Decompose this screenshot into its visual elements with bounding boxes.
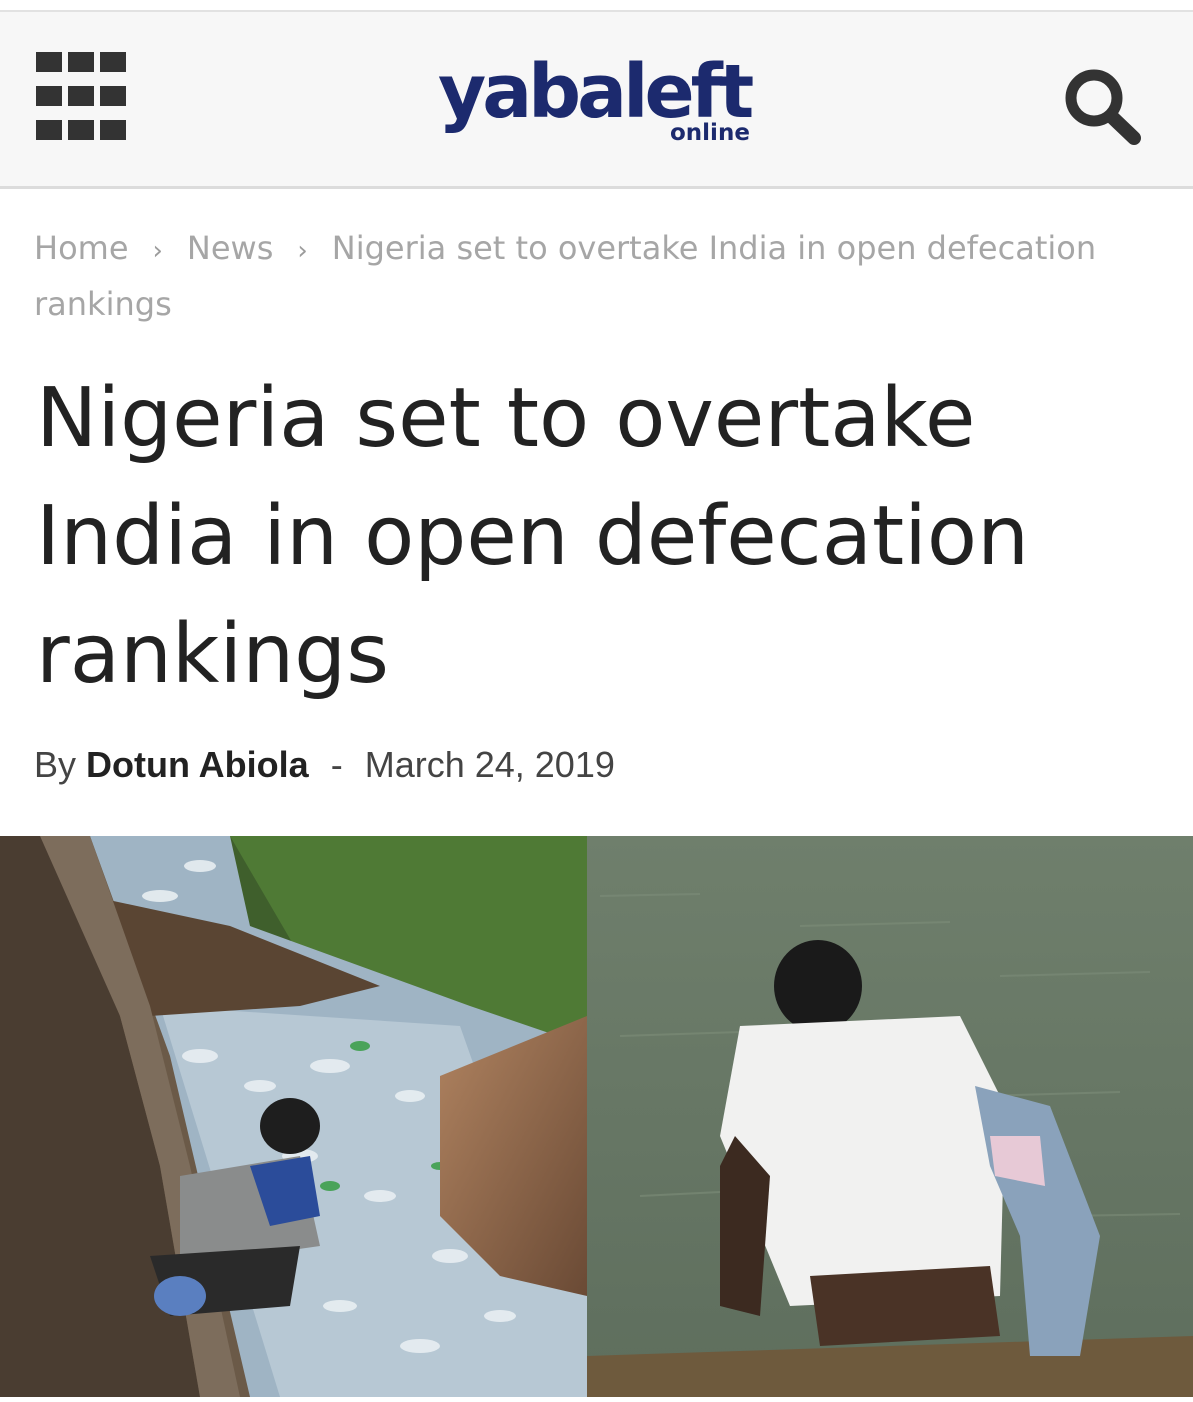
chevron-right-icon: ›	[297, 236, 308, 266]
top-border	[0, 0, 1193, 12]
publish-date: March 24, 2019	[364, 744, 615, 785]
site-header: yabaleft online	[0, 12, 1193, 189]
breadcrumb: Home › News › Nigeria set to overtake India …	[34, 222, 1144, 331]
hero-image	[0, 836, 1193, 1397]
byline-separator: -	[330, 744, 343, 785]
breadcrumb-home[interactable]: Home	[34, 229, 129, 267]
site-logo[interactable]: yabaleft online	[438, 42, 768, 162]
article-byline: By Dotun Abiola - March 24, 2019	[34, 740, 1034, 790]
search-icon[interactable]	[1058, 64, 1148, 154]
logo-tagline: online	[670, 120, 750, 146]
breadcrumb-news[interactable]: News	[187, 229, 273, 267]
author-link[interactable]: Dotun Abiola	[86, 744, 309, 785]
chevron-right-icon: ›	[152, 236, 163, 266]
byline-prefix: By	[34, 744, 77, 785]
right-photo	[587, 836, 1193, 1397]
left-photo	[0, 836, 587, 1397]
article-title: Nigeria set to overtake India in open de…	[36, 371, 1030, 702]
grid-menu-icon[interactable]	[36, 52, 126, 140]
